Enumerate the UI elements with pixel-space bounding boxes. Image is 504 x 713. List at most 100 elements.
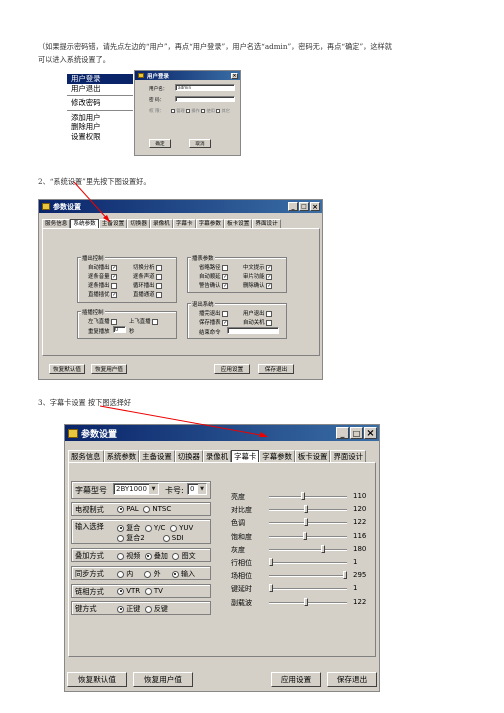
tab-ui-design[interactable]: 界面设计 (330, 450, 367, 462)
restore-user-button[interactable]: 恢复用户值 (91, 364, 127, 374)
slider-thumb[interactable] (304, 597, 309, 606)
auto-broadcast-checkbox[interactable]: ✓ (111, 264, 118, 271)
slider-track[interactable] (269, 548, 347, 551)
composite-radio[interactable] (117, 524, 124, 532)
chevron-down-icon[interactable]: ▼ (149, 484, 158, 494)
exit-after-play-checkbox[interactable] (222, 310, 229, 317)
slider-track[interactable] (269, 509, 347, 512)
tab-vcr[interactable]: 录像机 (149, 219, 173, 228)
slider-track[interactable] (269, 562, 347, 564)
tab-system-params[interactable]: 系统参数 (103, 450, 140, 462)
maximize-icon[interactable]: □ (299, 202, 309, 211)
tab-card-settings[interactable]: 板卡设置 (294, 450, 331, 462)
per-item-volume-checkbox[interactable]: ✓ (111, 273, 118, 280)
end-command-field[interactable] (227, 327, 279, 334)
minimize-icon[interactable]: _ (336, 427, 349, 439)
warning-confirm-checkbox[interactable]: ✓ (222, 282, 229, 289)
restore-default-button[interactable]: 恢复默认值 (67, 672, 127, 687)
review-function-checkbox[interactable]: ✓ (266, 273, 273, 280)
user-exit-checkbox[interactable] (266, 310, 273, 317)
slider-track[interactable] (269, 496, 347, 498)
perm-checkbox[interactable] (201, 109, 206, 113)
slider-track[interactable] (269, 575, 347, 578)
video-radio[interactable] (117, 552, 124, 560)
close-icon[interactable]: × (231, 72, 238, 79)
live-priority-checkbox[interactable]: ✓ (111, 291, 118, 298)
per-item-channel-checkbox[interactable] (156, 273, 163, 280)
tab-vcr[interactable]: 录像机 (202, 450, 232, 462)
sdi-radio[interactable] (162, 534, 170, 542)
tab-subtitle-params[interactable]: 字幕参数 (195, 219, 224, 228)
menu-item-change-password[interactable]: 修改密码 (67, 98, 133, 108)
tab-subtitle-card[interactable]: 字幕卡 (172, 219, 196, 228)
menu-item-logout[interactable]: 用户退出 (67, 84, 133, 94)
positive-key-radio[interactable] (117, 605, 124, 613)
composite2-radio[interactable] (117, 534, 124, 542)
save-exit-button[interactable]: 保存退出 (327, 672, 377, 687)
cancel-button[interactable]: 取消 (189, 139, 211, 148)
tv-radio[interactable] (144, 587, 152, 595)
graphic-radio[interactable] (172, 552, 180, 560)
restore-user-button[interactable]: 恢复用户值 (133, 672, 193, 687)
menu-item-permissions[interactable]: 设置权限 (67, 132, 133, 142)
save-playlist-checkbox[interactable]: ✓ (222, 319, 229, 326)
tab-primary-backup[interactable]: 主备设置 (139, 450, 175, 462)
tab-service-info[interactable]: 服务信息 (68, 450, 104, 462)
switch-analysis-checkbox[interactable] (156, 264, 163, 271)
slider-thumb[interactable] (269, 558, 274, 566)
card-model-select[interactable]: 2BY1000 ▼ (113, 483, 159, 495)
yc-radio[interactable] (144, 524, 152, 532)
loop-broadcast-checkbox[interactable] (156, 282, 163, 289)
repeat-field[interactable]: 0 (113, 326, 126, 333)
tab-subtitle-params[interactable]: 字幕参数 (259, 450, 295, 462)
left-fly-checkbox[interactable] (111, 318, 118, 325)
per-item-broadcast-checkbox[interactable] (111, 282, 118, 289)
perm-checkbox[interactable] (216, 109, 221, 113)
slider-thumb[interactable] (304, 518, 309, 527)
overlay-radio[interactable] (144, 552, 152, 560)
close-icon[interactable]: × (364, 427, 377, 439)
tab-switcher[interactable]: 切换器 (127, 219, 150, 228)
apply-settings-button[interactable]: 应用设置 (271, 672, 321, 687)
restore-default-button[interactable]: 恢复默认值 (49, 364, 85, 374)
external-radio[interactable] (144, 570, 152, 578)
tab-switcher[interactable]: 切换器 (174, 450, 203, 462)
ntsc-radio[interactable] (143, 505, 151, 513)
tab-ui-design[interactable]: 界面设计 (252, 219, 281, 228)
password-field[interactable] (175, 96, 235, 102)
menu-item-add-user[interactable]: 添加用户 (67, 113, 133, 123)
delete-confirm-checkbox[interactable]: ✓ (266, 282, 273, 289)
perm-checkbox[interactable] (171, 109, 175, 113)
chinese-hint-checkbox[interactable]: ✓ (266, 264, 273, 271)
close-icon[interactable]: × (310, 202, 320, 211)
yuv-radio[interactable] (169, 524, 177, 532)
slider-thumb[interactable] (300, 492, 305, 500)
slider-thumb[interactable] (303, 505, 308, 514)
save-exit-button[interactable]: 保存退出 (258, 364, 294, 374)
omit-path-checkbox[interactable] (222, 264, 229, 271)
live-channel-checkbox[interactable] (156, 291, 163, 298)
minimize-icon[interactable]: _ (288, 202, 298, 211)
slider-track[interactable] (269, 535, 347, 538)
slider-thumb[interactable] (343, 571, 347, 580)
auto-shutdown-checkbox[interactable] (266, 319, 273, 326)
top-fly-checkbox[interactable] (152, 318, 159, 325)
ok-button[interactable]: 确定 (149, 139, 171, 148)
username-select[interactable]: admin (175, 84, 235, 91)
tab-card-settings[interactable]: 板卡设置 (223, 219, 253, 228)
perm-checkbox[interactable] (186, 109, 191, 113)
apply-settings-button[interactable]: 应用设置 (214, 364, 250, 374)
internal-radio[interactable] (117, 570, 124, 578)
slider-track[interactable] (269, 588, 347, 591)
chevron-down-icon[interactable]: ▼ (198, 484, 206, 494)
input-sync-radio[interactable] (171, 570, 179, 578)
slider-thumb[interactable] (269, 584, 274, 593)
pal-radio[interactable] (117, 505, 124, 513)
card-no-select[interactable]: 0 ▼ (187, 483, 207, 495)
slider-thumb[interactable] (321, 544, 326, 553)
maximize-icon[interactable]: □ (350, 427, 363, 439)
vtr-radio[interactable] (117, 587, 124, 595)
menu-item-delete-user[interactable]: 删除用户 (67, 122, 133, 132)
negative-key-radio[interactable] (144, 605, 152, 613)
menu-item-login[interactable]: 用户登录 (67, 74, 133, 84)
